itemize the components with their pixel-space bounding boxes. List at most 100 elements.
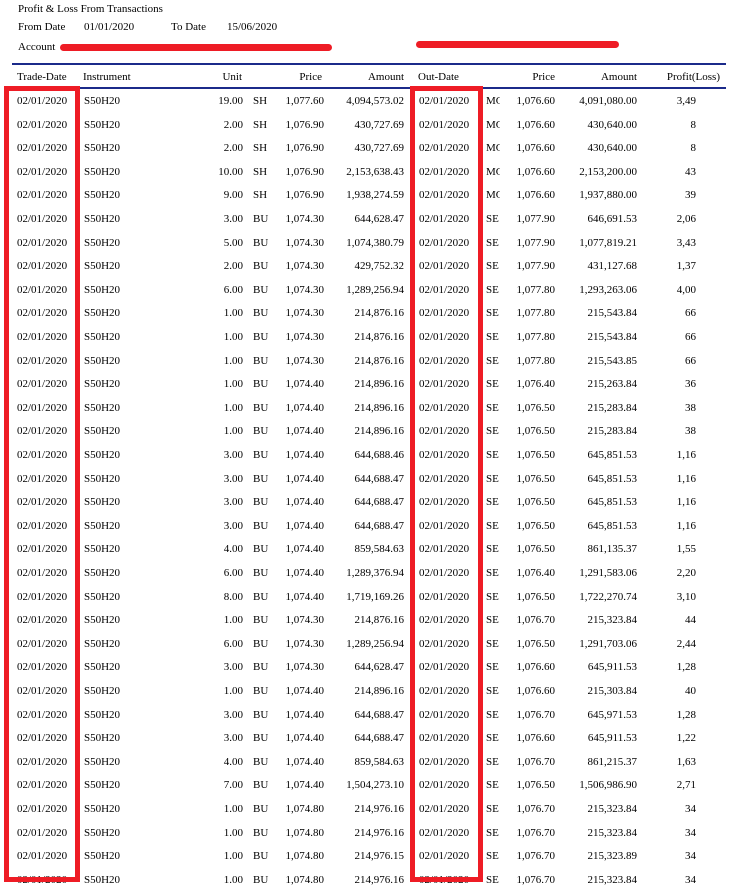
cell-amount: 214,896.16 [354,401,405,414]
cell-amount: 214,896.16 [354,425,405,438]
table-row: 02/01/2020 S50H20 1.00 BU 1,074.30 214,876.16… [0,301,735,325]
cell-trade-date: 02/01/2020 [17,661,68,674]
cell-profit-loss: 66 [685,331,696,343]
cell-instrument: S50H20 [84,449,121,461]
cell-out-side: MC [486,142,500,155]
cell-trade-date: 02/01/2020 [17,307,68,320]
cell-price: 1,074.40 [285,567,325,579]
cell-price: 1,074.80 [285,873,325,886]
cell-amount: 1,719,169.26 [346,590,404,603]
cell-price: 1,074.40 [285,590,325,603]
cell-out-side: SE [486,283,499,296]
table-row: 02/01/2020 S50H20 1.00 BU 1,074.80 214,976.16… [0,797,735,821]
cell-out-amount: 215,323.84 [587,614,638,627]
table-row: 02/01/2020 S50H20 1.00 BU 1,074.30 214,876.16… [0,608,735,632]
cell-out-amount: 4,091,080.00 [579,95,637,107]
cell-out-date: 02/01/2020 [419,873,470,886]
cell-out-side: MC [486,118,500,131]
cell-out-date: 02/01/2020 [419,614,470,627]
cell-out-price: 1,077.90 [516,213,556,225]
cell-out-date: 02/01/2020 [419,685,470,697]
cell-out-side: SE [486,307,499,320]
cell-trade-date: 02/01/2020 [17,685,68,697]
cell-out-side: SE [486,803,499,815]
table-row: 02/01/2020 S50H20 1.00 BU 1,074.30 214,876.16… [0,349,735,373]
cell-instrument: S50H20 [84,354,121,367]
cell-out-price: 1,076.70 [516,614,556,627]
cell-instrument: S50H20 [84,118,121,131]
cell-trade-date: 02/01/2020 [17,283,68,296]
cell-instrument: S50H20 [84,425,121,438]
cell-profit-loss: 2,06 [676,213,696,225]
cell-out-side: SE [486,472,499,485]
cell-price: 1,074.40 [285,519,325,532]
cell-profit-loss: 43 [685,165,696,178]
report-title: Profit & Loss From Transactions [18,3,163,15]
cell-out-amount: 1,722,270.74 [579,590,637,603]
cell-trade-date: 02/01/2020 [17,519,68,532]
cell-out-price: 1,076.50 [516,472,556,485]
cell-price: 1,074.40 [285,496,325,509]
cell-out-date: 02/01/2020 [419,449,470,461]
cell-instrument: S50H20 [84,732,121,745]
cell-out-side: SE [486,378,499,391]
cell-out-price: 1,076.40 [516,567,556,579]
cell-out-price: 1,076.40 [516,378,556,391]
cell-out-date: 02/01/2020 [419,661,470,674]
cell-out-date: 02/01/2020 [419,803,470,815]
table-row: 02/01/2020 S50H20 4.00 BU 1,074.40 859,584.63… [0,750,735,774]
cell-unit: 1.00 [223,614,243,627]
table-row: 02/01/2020 S50H20 3.00 BU 1,074.40 644,688.47… [0,467,735,491]
cell-trade-date: 02/01/2020 [17,165,68,178]
cell-amount: 859,584.63 [354,543,405,556]
cell-out-price: 1,077.80 [516,354,556,367]
cell-unit: 1.00 [223,826,243,839]
cell-unit: 9.00 [223,189,243,202]
cell-trade-date: 02/01/2020 [17,401,68,414]
cell-price: 1,074.30 [285,213,325,225]
cell-profit-loss: 1,28 [676,708,696,721]
table-row: 02/01/2020 S50H20 9.00 SH 1,076.90 1,938,274.… [0,183,735,207]
cell-instrument: S50H20 [84,685,121,697]
cell-out-amount: 215,283.84 [587,425,638,438]
cell-out-date: 02/01/2020 [419,850,470,863]
cell-instrument: S50H20 [84,283,121,296]
cell-profit-loss: 1,37 [676,260,696,273]
col-out-amount: Amount [600,71,637,83]
table-row: 02/01/2020 S50H20 2.00 SH 1,076.90 430,727.69… [0,113,735,137]
cell-out-date: 02/01/2020 [419,755,470,768]
cell-out-date: 02/01/2020 [419,732,470,745]
cell-out-side: SE [486,354,499,367]
table-row: 02/01/2020 S50H20 6.00 BU 1,074.30 1,289,256.… [0,632,735,656]
cell-out-side: SE [486,567,499,579]
col-out-price: Price [532,71,555,83]
cell-out-side: SE [486,543,499,556]
cell-out-amount: 215,323.84 [587,803,638,815]
cell-trade-date: 02/01/2020 [17,543,68,556]
cell-trade-date: 02/01/2020 [17,779,68,792]
cell-unit: 3.00 [223,519,243,532]
cell-unit: 1.00 [223,873,243,886]
cell-out-price: 1,076.50 [516,637,556,650]
cell-instrument: S50H20 [84,873,121,886]
header-rule-top [12,63,726,65]
cell-price: 1,074.40 [285,755,325,768]
cell-out-amount: 645,911.53 [587,732,637,745]
table-row: 02/01/2020 S50H20 8.00 BU 1,074.40 1,719,169.… [0,585,735,609]
cell-out-price: 1,077.80 [516,283,556,296]
cell-trade-date: 02/01/2020 [17,850,68,863]
cell-price: 1,076.90 [285,189,325,202]
cell-unit: 3.00 [223,732,243,745]
cell-amount: 1,289,256.94 [346,637,404,650]
cell-instrument: S50H20 [84,543,121,556]
cell-price: 1,074.40 [285,708,325,721]
cell-out-amount: 215,543.85 [587,354,638,367]
cell-price: 1,074.30 [285,637,325,650]
cell-out-price: 1,076.60 [516,142,556,155]
cell-instrument: S50H20 [84,590,121,603]
cell-profit-loss: 1,28 [676,661,696,674]
cell-out-amount: 2,153,200.00 [579,165,637,178]
cell-trade-date: 02/01/2020 [17,142,68,155]
cell-out-date: 02/01/2020 [419,354,470,367]
cell-out-price: 1,076.50 [516,496,556,509]
